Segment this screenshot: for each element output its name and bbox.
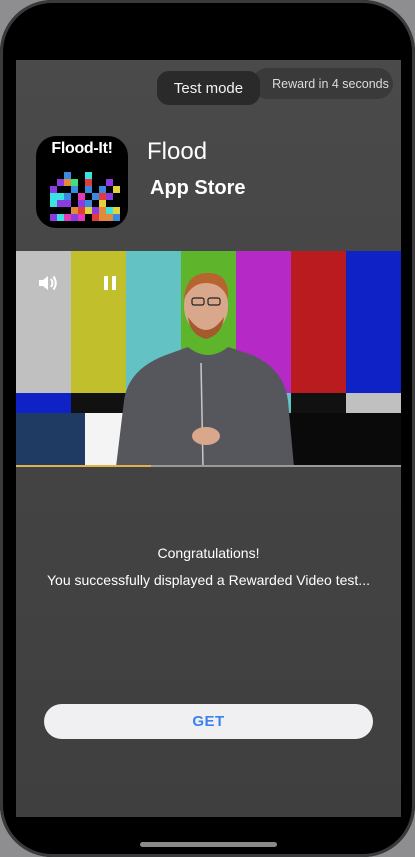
icon-pixel: [64, 179, 71, 186]
icon-pixel: [64, 200, 71, 207]
icon-pixel: [57, 200, 64, 207]
icon-pixel: [50, 200, 57, 207]
icon-pixel: [64, 172, 71, 179]
app-name[interactable]: Flood: [147, 138, 207, 166]
icon-pixel: [99, 186, 106, 193]
app-icon-logo-text: Flood-It!: [51, 140, 113, 157]
icon-pixel: [57, 214, 64, 221]
icon-pixel: [106, 207, 113, 214]
icon-pixel: [113, 186, 120, 193]
home-indicator[interactable]: [140, 842, 277, 847]
icon-pixel: [85, 179, 92, 186]
icon-pixel: [50, 214, 57, 221]
icon-pixel: [99, 207, 106, 214]
reward-countdown: Reward in 4 seconds: [252, 68, 393, 99]
get-button[interactable]: GET: [44, 704, 373, 739]
icon-pixel: [106, 179, 113, 186]
icon-pixel: [85, 200, 92, 207]
congrats-message: You successfully displayed a Rewarded Vi…: [47, 572, 370, 588]
icon-pixel: [57, 179, 64, 186]
video-player[interactable]: [16, 251, 401, 467]
icon-pixel: [99, 193, 106, 200]
icon-pixel: [78, 200, 85, 207]
icon-pixel: [71, 214, 78, 221]
icon-pixel: [71, 179, 78, 186]
video-progress-fill: [16, 465, 151, 467]
icon-pixel: [106, 193, 113, 200]
test-mode-badge: Test mode: [157, 71, 260, 105]
ad-screen: Reward in 4 seconds Test mode Flood-It! …: [16, 60, 401, 817]
icon-pixel: [64, 193, 71, 200]
icon-pixel: [78, 207, 85, 214]
icon-pixel: [78, 193, 85, 200]
icon-pixel: [106, 214, 113, 221]
icon-pixel: [113, 214, 120, 221]
icon-pixel: [92, 207, 99, 214]
icon-pixel: [50, 186, 57, 193]
icon-pixel: [57, 193, 64, 200]
icon-pixel: [99, 200, 106, 207]
speaker-icon[interactable]: [37, 273, 59, 298]
app-icon[interactable]: Flood-It!: [36, 136, 128, 228]
store-name: App Store: [150, 177, 246, 199]
icon-pixel: [99, 214, 106, 221]
icon-pixel: [85, 172, 92, 179]
icon-pixel: [64, 214, 71, 221]
icon-pixel: [113, 207, 120, 214]
icon-pixel: [85, 207, 92, 214]
icon-pixel: [50, 193, 57, 200]
pause-icon[interactable]: [103, 275, 117, 296]
icon-pixel: [78, 214, 85, 221]
congrats-title: Congratulations!: [157, 545, 260, 561]
video-frame: [16, 251, 401, 467]
icon-pixel: [71, 186, 78, 193]
icon-pixel: [92, 214, 99, 221]
icon-pixel: [92, 193, 99, 200]
video-progress-bar: [16, 465, 401, 467]
icon-pixel: [85, 186, 92, 193]
icon-pixel: [71, 207, 78, 214]
phone-frame: Reward in 4 seconds Test mode Flood-It! …: [0, 0, 415, 857]
